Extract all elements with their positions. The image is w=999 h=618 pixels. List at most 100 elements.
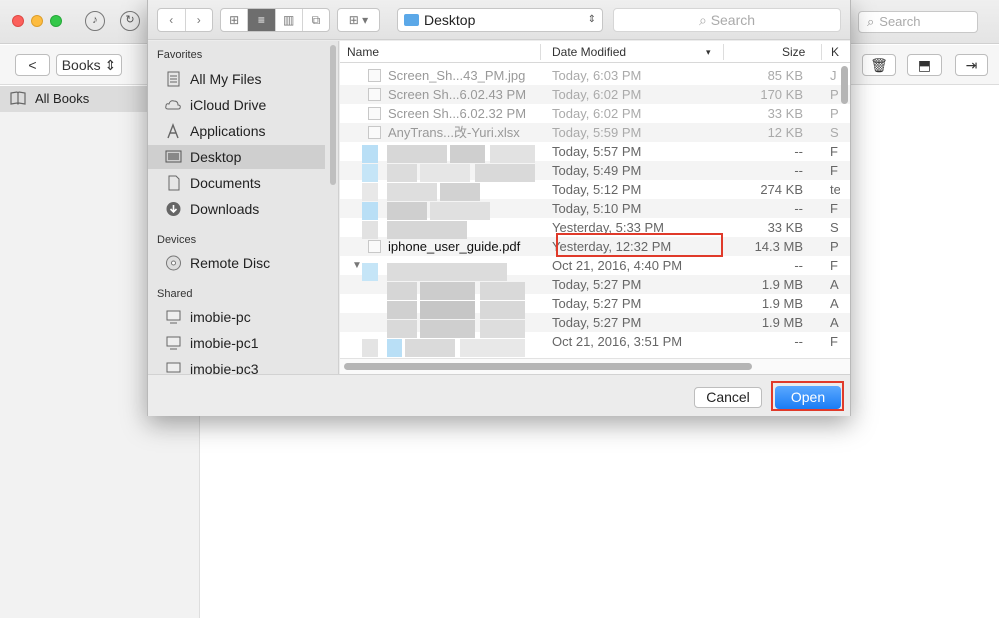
blur-block (420, 282, 475, 300)
disc-icon (166, 255, 181, 271)
sidebar-item-desktop[interactable]: Desktop (148, 145, 325, 169)
blur-block (387, 263, 507, 281)
blur-block (420, 164, 470, 182)
close-window-button[interactable] (12, 15, 24, 27)
file-kind: A (830, 277, 839, 292)
minimize-window-button[interactable] (31, 15, 43, 27)
file-date: Today, 6:03 PM (552, 68, 642, 83)
file-kind: S (830, 220, 839, 235)
export-icon[interactable]: ⬒ (907, 54, 942, 76)
back-arrow-icon[interactable]: ‹ (158, 9, 186, 31)
sidebar-item-downloads[interactable]: Downloads (148, 197, 325, 221)
file-date: Today, 5:49 PM (552, 163, 642, 178)
list-view-icon[interactable]: ≡ (248, 9, 276, 31)
file-name: iphone_user_guide.pdf (388, 239, 521, 254)
file-date: Oct 21, 2016, 4:40 PM (552, 258, 683, 273)
table-row[interactable]: Screen Sh...6.02.32 PM Today, 6:02 PM 33 K… (340, 104, 850, 123)
arrange-grid-icon[interactable]: ⊞ ▾ (338, 9, 379, 31)
dialog-search-input[interactable]: ⌕ Search (613, 8, 841, 32)
column-header-kind[interactable]: K (831, 45, 839, 59)
favorites-heading: Favorites (157, 49, 203, 61)
file-date: Today, 5:59 PM (552, 125, 642, 140)
file-date: Today, 6:02 PM (552, 87, 642, 102)
table-row[interactable]: Screen Sh...6.02.43 PM Today, 6:02 PM 170 … (340, 85, 850, 104)
folder-icon (404, 14, 419, 26)
file-date: Today, 5:27 PM (552, 296, 642, 311)
file-icon (368, 69, 381, 82)
file-kind: S (830, 125, 839, 140)
blur-block (420, 320, 475, 338)
sidebar-item-imobie-pc1[interactable]: imobie-pc1 (148, 331, 325, 355)
column-view-icon[interactable]: ▥ (276, 9, 303, 31)
all-files-icon (167, 71, 180, 87)
sidebar-item-applications[interactable]: Applications (148, 119, 325, 143)
sidebar-item-imobie-pc[interactable]: imobie-pc (148, 305, 325, 329)
dialog-sidebar: Favorites All My Files iCloud Drive Appl… (148, 41, 339, 374)
zoom-window-button[interactable] (50, 15, 62, 27)
file-kind: A (830, 296, 839, 311)
blur-block (475, 164, 535, 182)
file-icon (368, 88, 381, 101)
file-kind: F (830, 334, 838, 349)
sidebar-item-remote-disc[interactable]: Remote Disc (148, 251, 325, 275)
trash-icon[interactable]: 🗑 (862, 54, 896, 76)
forward-arrow-icon[interactable]: › (186, 9, 213, 31)
blur-block (480, 320, 525, 338)
table-row[interactable]: iphone_user_guide.pdf Yesterday, 12:32 PM… (340, 237, 850, 256)
disclosure-triangle-icon[interactable]: ▼ (352, 256, 362, 275)
icon-view-icon[interactable]: ⊞ (221, 9, 249, 31)
sidebar-item-imobie-pc3[interactable]: imobie-pc3 (148, 357, 325, 374)
column-header-date-modified[interactable]: Date Modified (552, 45, 626, 59)
file-kind: F (830, 258, 838, 273)
file-date: Today, 5:27 PM (552, 277, 642, 292)
cancel-button[interactable]: Cancel (694, 387, 762, 408)
file-kind: P (830, 239, 839, 254)
cover-flow-icon[interactable]: ⧉ (303, 9, 329, 31)
shared-heading: Shared (157, 288, 193, 300)
sidebar-item-documents[interactable]: Documents (148, 171, 325, 195)
file-kind: P (830, 87, 839, 102)
blur-block (387, 339, 402, 357)
file-list-vertical-scrollbar[interactable] (841, 66, 848, 104)
sidebar-item-icloud-drive[interactable]: iCloud Drive (148, 93, 325, 117)
open-button[interactable]: Open (775, 386, 841, 409)
open-file-dialog: ‹ › ⊞ ≡ ▥ ⧉ ⊞ ▾ Desktop ⇕ ⌕ Search Favor… (147, 0, 851, 416)
file-size: -- (794, 163, 803, 178)
table-row[interactable]: Screen_Sh...43_PM.jpg Today, 6:03 PM 85 KB… (340, 66, 850, 85)
file-list-horizontal-scrollbar[interactable] (344, 363, 752, 370)
file-date: Yesterday, 5:33 PM (552, 220, 665, 235)
blur-block (362, 183, 378, 201)
file-size: 1.9 MB (761, 296, 803, 311)
blur-block (387, 221, 467, 239)
blur-block (362, 263, 378, 281)
blur-block (387, 183, 437, 201)
refresh-icon[interactable]: ↻ (120, 11, 140, 31)
table-row[interactable]: AnyTrans...改-Yuri.xlsx Today, 5:59 PM 12 K… (340, 123, 850, 142)
blur-block (387, 301, 417, 319)
dialog-footer: Cancel Open (148, 374, 850, 416)
column-header-size[interactable]: Size (782, 45, 805, 59)
file-size: -- (794, 258, 803, 273)
file-date: Today, 5:10 PM (552, 201, 642, 216)
blur-block (460, 339, 525, 357)
app-search-input[interactable]: ⌕ Search (858, 11, 978, 33)
back-button[interactable]: < (15, 54, 50, 76)
library-popup[interactable]: Books ⇕ (56, 54, 122, 76)
sidebar-scrollbar[interactable] (330, 45, 336, 185)
devices-heading: Devices (157, 234, 197, 246)
music-note-icon[interactable]: ♪ (85, 11, 105, 31)
file-name: Screen_Sh...43_PM.jpg (388, 68, 526, 83)
file-size: 14.3 MB (754, 239, 803, 254)
blur-block (430, 202, 490, 220)
book-icon (10, 91, 26, 105)
import-icon[interactable]: ⇥ (955, 54, 988, 76)
sidebar-item-all-my-files[interactable]: All My Files (148, 67, 325, 91)
file-size: 1.9 MB (761, 277, 803, 292)
location-popup[interactable]: Desktop ⇕ (397, 8, 603, 32)
file-icon (368, 107, 381, 120)
blur-block (420, 301, 475, 319)
column-header-name[interactable]: Name (347, 45, 379, 59)
file-list: Name Date Modified ▾ Size K Screen_Sh...… (340, 41, 850, 374)
file-size: 274 KB (760, 182, 803, 197)
file-size: -- (794, 144, 803, 159)
